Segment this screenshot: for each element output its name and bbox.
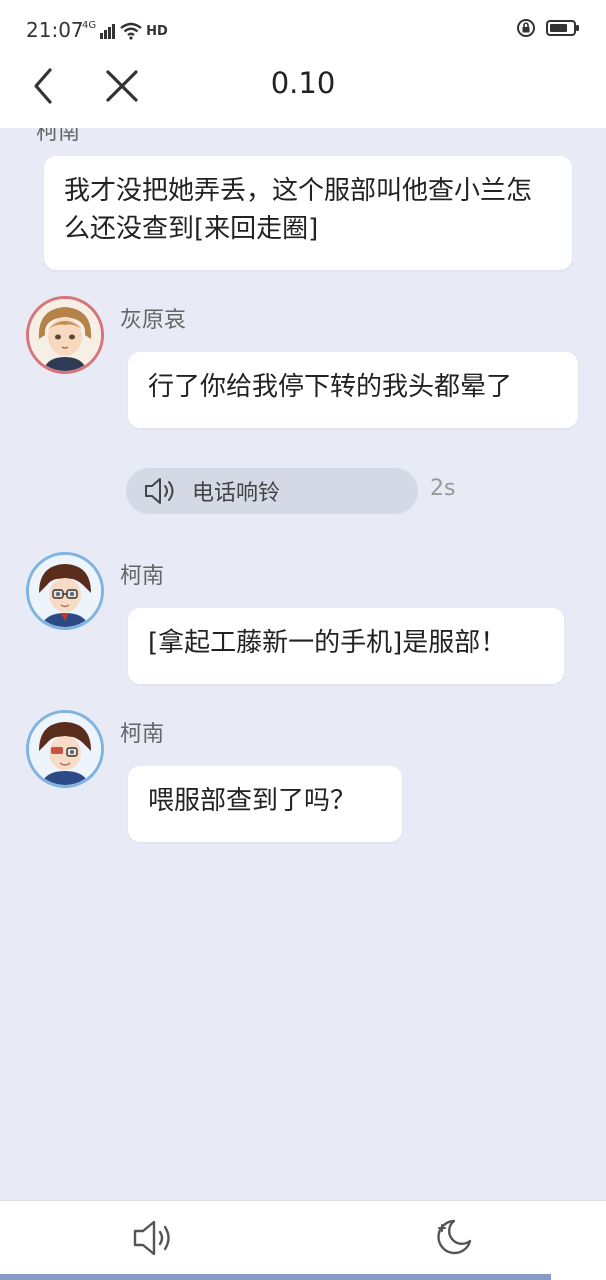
sound-effect-label: 电话响铃 xyxy=(192,481,281,506)
page-title: 0.10 xyxy=(270,66,336,100)
signal-indicators: 4G HD xyxy=(82,20,168,42)
sound-toggle-button[interactable] xyxy=(130,1217,176,1259)
message-text: 行了你给我停下转的我头都晕了 xyxy=(148,372,513,402)
battery-icon xyxy=(546,20,579,36)
playback-progress[interactable] xyxy=(0,1274,606,1280)
message-text: 喂服部查到了吗？ xyxy=(148,786,357,816)
message-text: 我才没把她弄丢，这个服部叫他查小兰怎么还没查到[来回走圈] xyxy=(64,176,533,244)
message-bubble[interactable]: 喂服部查到了吗？ xyxy=(128,766,402,842)
speaker-icon xyxy=(133,1220,170,1256)
avatar[interactable] xyxy=(26,552,104,630)
avatar[interactable] xyxy=(26,296,104,374)
playback-progress-fill xyxy=(0,1274,552,1280)
status-right xyxy=(516,18,580,38)
sender-name: 灰原哀 xyxy=(120,308,187,333)
avatar-image xyxy=(29,555,101,627)
signal-icon xyxy=(100,24,116,39)
night-mode-button[interactable] xyxy=(432,1215,476,1259)
sound-effect-pill[interactable]: 电话响铃 xyxy=(126,468,418,514)
status-bar: 21:07 4G HD xyxy=(0,0,606,62)
lock-rotation-icon xyxy=(517,19,535,37)
sender-name: 柯南 xyxy=(36,128,81,145)
top-bar: 21:07 4G HD 0.10 xyxy=(0,0,606,128)
avatar[interactable] xyxy=(26,710,104,788)
avatar-image xyxy=(29,299,101,371)
chat-area[interactable]: 柯南 我才没把她弄丢，这个服部叫他查小兰怎么还没查到[来回走圈] 灰原哀 行了你… xyxy=(0,128,606,1200)
sender-name: 柯南 xyxy=(120,722,165,747)
night-mode-icon xyxy=(437,1219,472,1255)
message-bubble[interactable]: [拿起工藤新一的手机]是服部！ xyxy=(128,608,564,684)
hd-label: HD xyxy=(146,23,168,39)
bottom-toolbar xyxy=(0,1200,606,1280)
sender-name: 柯南 xyxy=(120,564,165,589)
message-bubble[interactable]: 行了你给我停下转的我头都晕了 xyxy=(128,352,578,428)
avatar-image xyxy=(29,713,101,785)
status-time: 21:07 xyxy=(26,18,84,42)
wifi-icon xyxy=(120,22,142,40)
message-bubble[interactable]: 我才没把她弄丢，这个服部叫他查小兰怎么还没查到[来回走圈] xyxy=(44,156,572,270)
speaker-icon xyxy=(145,478,174,504)
sound-effect-duration: 2s xyxy=(430,476,456,501)
message-text: [拿起工藤新一的手机]是服部！ xyxy=(148,628,507,658)
network-label: 4G xyxy=(82,19,97,31)
